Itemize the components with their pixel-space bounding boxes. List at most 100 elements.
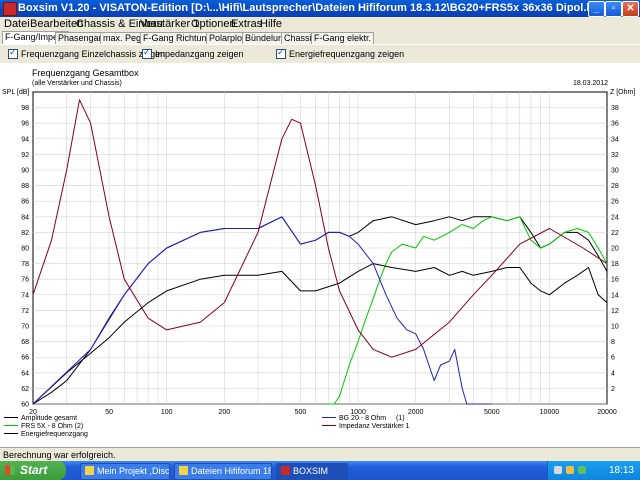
tab-fgang-elektr[interactable]: F-Gang elektr.	[311, 32, 375, 44]
close-button[interactable]: ✕	[622, 1, 639, 17]
y2-tick-label: 38	[611, 105, 619, 112]
x-tick-label: 5000	[484, 409, 500, 416]
legend-label: Energiefrequenzgang	[21, 431, 88, 438]
y-tick-label: 94	[21, 136, 29, 143]
x-tick-label: 10000	[540, 409, 560, 416]
legend-label: FRS 5X - 8 Ohm (2)	[21, 423, 83, 430]
app-icon[interactable]	[3, 2, 17, 16]
taskbar: Start Mein Projekt ,Disc-Pol... Dateien …	[0, 461, 640, 480]
checkbox-energie[interactable]	[276, 47, 286, 59]
checkbox-einzelchassis[interactable]	[8, 47, 18, 59]
y-tick-label: 66	[21, 355, 29, 362]
legend: Amplitude gesamtFRS 5X - 8 Ohm (2)Energi…	[4, 415, 410, 438]
security-icon[interactable]	[578, 466, 586, 474]
option-energie-label: Energiefrequenzgang zeigen	[289, 49, 405, 59]
y-tick-label: 98	[21, 105, 29, 112]
boxsim-icon	[281, 466, 290, 476]
clock: 18:13	[608, 465, 634, 476]
legend-label: Impedanz Verstärker 1	[339, 423, 410, 430]
option-impedanz[interactable]: Impedanzgang zeigen	[142, 47, 244, 60]
y-tick-label: 78	[21, 261, 29, 268]
y-tick-label: 64	[21, 370, 29, 377]
system-tray: 18:13	[547, 461, 640, 480]
y-tick-label: 74	[21, 292, 29, 299]
y2-tick-label: 30	[611, 168, 619, 175]
y-tick-label: 70	[21, 324, 29, 331]
legend-suffix: (1)	[396, 415, 405, 422]
frequency-response-chart: 6062646668707274767880828486889092949698…	[2, 68, 635, 438]
legend-label: BG 20 - 8 Ohm	[339, 415, 386, 422]
y-tick-label: 84	[21, 214, 29, 221]
menu-extras[interactable]: Extras	[231, 17, 262, 31]
y-tick-label: 86	[21, 199, 29, 206]
y-tick-label: 92	[21, 152, 29, 159]
document-icon	[85, 466, 94, 476]
tab-strip: F-Gang/Imped. Phasengang max. Pegel F-Ga…	[0, 31, 640, 45]
y2-tick-label: 28	[611, 183, 619, 190]
folder-icon	[179, 466, 188, 476]
menu-optionen[interactable]: Optionen	[191, 17, 236, 31]
y2-tick-label: 12	[611, 308, 619, 315]
option-impedanz-label: Impedanzgang zeigen	[155, 49, 244, 59]
y-tick-label: 60	[21, 402, 29, 409]
y2-tick-label: 24	[611, 214, 619, 221]
x-tick-label: 100	[161, 409, 173, 416]
y-tick-label: 62	[21, 386, 29, 393]
y-tick-label: 88	[21, 183, 29, 190]
title-bar[interactable]: Boxsim V1.20 - VISATON-Edition [D:\...\H…	[0, 0, 640, 17]
option-energie[interactable]: Energiefrequenzgang zeigen	[276, 47, 405, 60]
y-tick-label: 68	[21, 339, 29, 346]
start-button[interactable]: Start	[0, 461, 66, 480]
y2-tick-label: 36	[611, 121, 619, 128]
legend-label: Amplitude gesamt	[21, 415, 77, 422]
y2-tick-label: 16	[611, 277, 619, 284]
taskbar-item-boxsim-label: BOXSIM	[293, 466, 329, 476]
network-icon[interactable]	[554, 466, 562, 474]
y-tick-label: 76	[21, 277, 29, 284]
status-bar: Berechnung war erfolgreich.	[0, 447, 640, 462]
chart-title: Frequenzgang Gesamtbox	[32, 68, 139, 78]
menu-hilfe[interactable]: Hilfe	[260, 17, 282, 31]
taskbar-item-boxsim[interactable]: BOXSIM	[276, 463, 348, 480]
y2-tick-label: 2	[611, 386, 615, 393]
menu-bar: Datei Bearbeiten Chassis & Einbau Verstä…	[0, 17, 640, 31]
taskbar-item-project-label: Mein Projekt ,Disc-Pol...	[97, 466, 170, 476]
options-bar: Frequenzgang Einzelchassis zeigen Impeda…	[0, 44, 640, 64]
y2-tick-label: 22	[611, 230, 619, 237]
maximize-button[interactable]: ▫	[605, 1, 622, 17]
start-label: Start	[20, 463, 48, 477]
y2-tick-label: 20	[611, 246, 619, 253]
x-tick-label: 2000	[408, 409, 424, 416]
y2-tick-label: 10	[611, 324, 619, 331]
y-tick-label: 80	[21, 246, 29, 253]
chart-date: 18.03.2012	[573, 80, 608, 87]
speaker-icon[interactable]	[566, 466, 574, 474]
windows-logo-icon	[5, 465, 15, 475]
minimize-button[interactable]: _	[588, 1, 605, 17]
y-tick-label: 90	[21, 168, 29, 175]
y2-axis-label: Z [Ohm]	[610, 89, 635, 96]
x-tick-label: 50	[105, 409, 113, 416]
y2-tick-label: 32	[611, 152, 619, 159]
y2-tick-label: 14	[611, 292, 619, 299]
x-tick-label: 20000	[597, 409, 617, 416]
y2-tick-label: 34	[611, 136, 619, 143]
chart-panel: 60 62 64 66 68 70 72 74 76 78 80 82 84 86 88 90 92 94 96 98…	[0, 63, 640, 447]
chart-subtitle: (alle Verstärker und Chassis)	[32, 80, 122, 87]
y2-tick-label: 8	[611, 339, 615, 346]
y-tick-label: 72	[21, 308, 29, 315]
y2-tick-label: 26	[611, 199, 619, 206]
taskbar-item-project[interactable]: Mein Projekt ,Disc-Pol...	[80, 463, 170, 480]
y2-tick-label: 18	[611, 261, 619, 268]
x-tick-label: 200	[218, 409, 230, 416]
x-tick-label: 500	[295, 409, 307, 416]
menu-datei[interactable]: Datei	[4, 17, 30, 31]
window-title: Boxsim V1.20 - VISATON-Edition [D:\...\H…	[18, 2, 607, 14]
taskbar-item-folder[interactable]: Dateien Hififorum 18....	[174, 463, 272, 480]
y-tick-label: 96	[21, 121, 29, 128]
taskbar-item-folder-label: Dateien Hififorum 18....	[191, 466, 271, 476]
y-tick-label: 82	[21, 230, 29, 237]
status-text: Berechnung war erfolgreich.	[3, 450, 116, 460]
y2-tick-label: 6	[611, 355, 615, 362]
checkbox-impedanz[interactable]	[142, 47, 152, 59]
